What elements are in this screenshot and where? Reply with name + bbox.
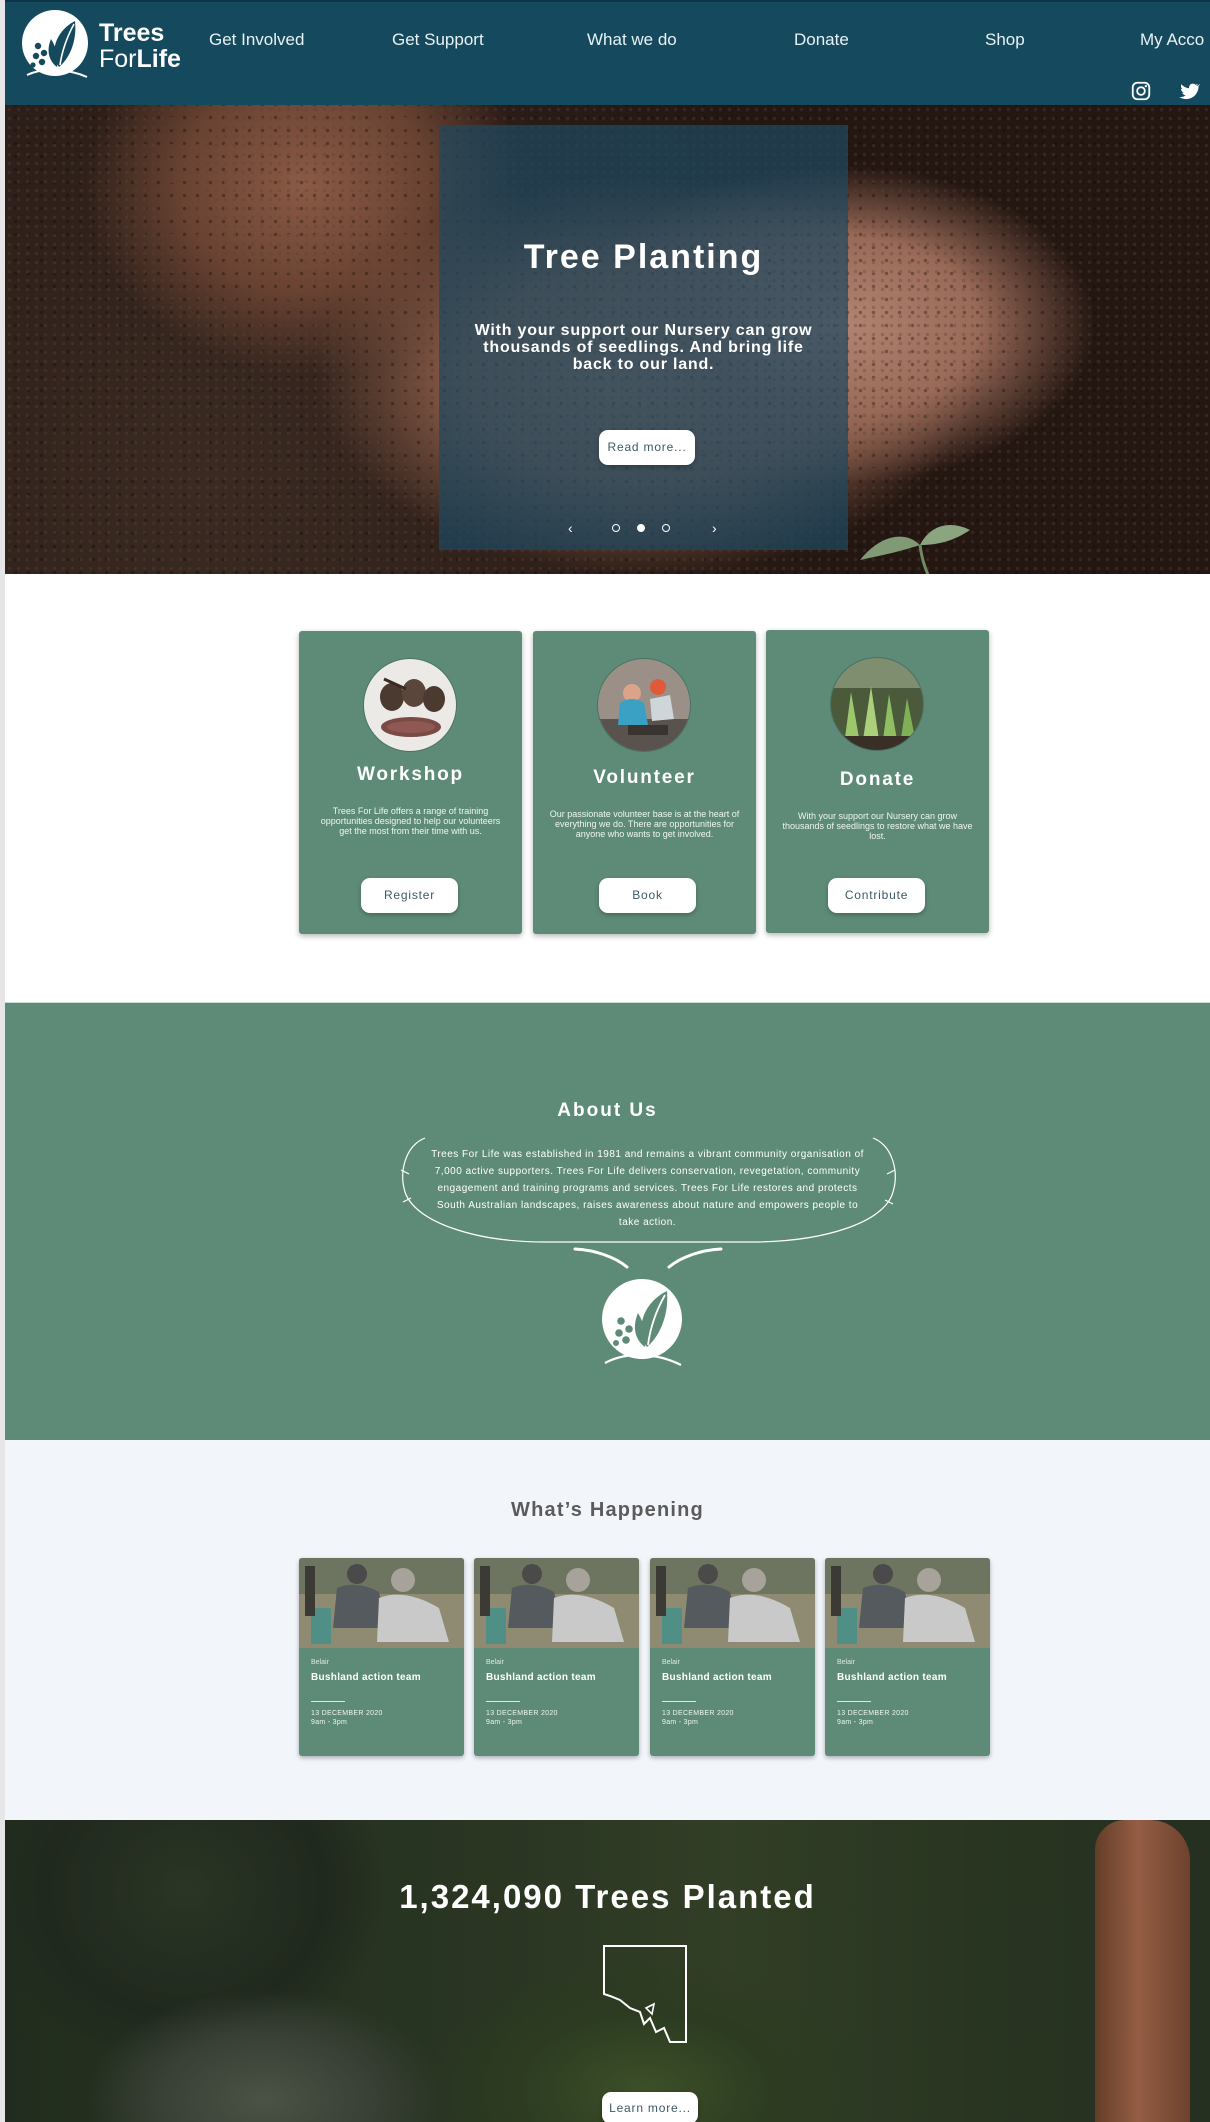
feature-text-volunteer: Our passionate volunteer base is at the … bbox=[549, 809, 740, 839]
hero-subtitle: With your support our Nursery can grow t… bbox=[474, 322, 813, 373]
event-location: Belair bbox=[311, 1659, 329, 1666]
trees-planted-counter: 1,324,090 Trees Planted bbox=[399, 1878, 816, 1915]
feature-card-donate: Donate With your support our Nursery can… bbox=[766, 630, 989, 933]
nav-what-we-do[interactable]: What we do bbox=[587, 30, 677, 50]
carousel-next-icon[interactable]: › bbox=[712, 520, 717, 536]
nav-donate[interactable]: Donate bbox=[794, 30, 849, 50]
event-date: 13 DECEMBER 2020 bbox=[662, 1710, 734, 1717]
event-name: Bushland action team bbox=[837, 1672, 947, 1683]
event-time: 9am - 3pm bbox=[311, 1719, 348, 1726]
event-volunteers-photo bbox=[299, 1558, 464, 1648]
nav-get-involved[interactable]: Get Involved bbox=[209, 30, 304, 50]
site-header: Trees ForLife Get Involved Get Support W… bbox=[5, 0, 1210, 105]
feature-title-workshop: Workshop bbox=[357, 764, 464, 785]
event-volunteers-photo bbox=[474, 1558, 639, 1648]
nav-my-account[interactable]: My Acco bbox=[1140, 30, 1204, 50]
event-time: 9am - 3pm bbox=[662, 1719, 699, 1726]
contribute-button[interactable]: Contribute bbox=[828, 878, 925, 913]
event-datetime: 13 DECEMBER 2020 9am - 3pm bbox=[662, 1709, 734, 1727]
feature-cards-section: Workshop Trees For Life offers a range o… bbox=[5, 574, 1210, 1002]
event-name: Bushland action team bbox=[311, 1672, 421, 1683]
book-button[interactable]: Book bbox=[599, 878, 696, 913]
event-date: 13 DECEMBER 2020 bbox=[486, 1710, 558, 1717]
whats-happening-title: What’s Happening bbox=[511, 1499, 704, 1521]
feature-text-donate: With your support our Nursery can grow t… bbox=[782, 811, 973, 841]
feature-title-donate: Donate bbox=[839, 769, 916, 790]
volunteer-image bbox=[597, 658, 691, 752]
event-date: 13 DECEMBER 2020 bbox=[837, 1710, 909, 1717]
volunteer-photo-icon bbox=[598, 659, 690, 751]
seedling-leaf-image bbox=[860, 525, 970, 574]
about-title: About Us bbox=[557, 1100, 658, 1121]
carousel-dot-2[interactable] bbox=[637, 524, 645, 532]
event-datetime: 13 DECEMBER 2020 9am - 3pm bbox=[837, 1709, 909, 1727]
event-divider bbox=[486, 1701, 520, 1702]
event-name: Bushland action team bbox=[486, 1672, 596, 1683]
about-text: Trees For Life was established in 1981 a… bbox=[431, 1149, 864, 1228]
gum-tree-trunk-image bbox=[1095, 1820, 1190, 2122]
instagram-icon[interactable] bbox=[1130, 80, 1152, 102]
carousel-dot-1[interactable] bbox=[612, 524, 620, 532]
event-volunteers-photo bbox=[650, 1558, 815, 1648]
feature-text-workshop: Trees For Life offers a range of trainin… bbox=[320, 806, 501, 836]
hero-title: Tree Planting bbox=[523, 238, 764, 276]
workshop-seed-image bbox=[363, 658, 457, 752]
event-time: 9am - 3pm bbox=[486, 1719, 523, 1726]
event-card[interactable]: Belair Bushland action team 13 DECEMBER … bbox=[474, 1558, 639, 1756]
south-australia-map-icon bbox=[603, 1945, 687, 2043]
event-location: Belair bbox=[837, 1659, 855, 1666]
trees-planted-section: 1,324,090 Trees Planted Learn more... bbox=[5, 1820, 1210, 2122]
whats-happening-section: What’s Happening Belair Bushland action … bbox=[5, 1440, 1210, 1820]
hero-carousel: Tree Planting With your support our Nurs… bbox=[5, 105, 1210, 574]
carousel-controls: ‹ › bbox=[439, 520, 848, 536]
learn-more-button[interactable]: Learn more... bbox=[602, 2092, 698, 2122]
trees-for-life-emblem-icon bbox=[602, 1279, 682, 1366]
event-name: Bushland action team bbox=[662, 1672, 772, 1683]
feature-card-volunteer: Volunteer Our passionate volunteer base … bbox=[533, 631, 756, 934]
seed-pods-icon bbox=[364, 659, 456, 751]
event-time: 9am - 3pm bbox=[837, 1719, 874, 1726]
feature-card-workshop: Workshop Trees For Life offers a range o… bbox=[299, 631, 522, 934]
main-nav: Get Involved Get Support What we do Dona… bbox=[5, 30, 1210, 54]
carousel-dot-3[interactable] bbox=[662, 524, 670, 532]
twitter-icon[interactable] bbox=[1178, 80, 1200, 102]
event-date: 13 DECEMBER 2020 bbox=[311, 1710, 383, 1717]
nav-shop[interactable]: Shop bbox=[985, 30, 1025, 50]
nav-get-support[interactable]: Get Support bbox=[392, 30, 484, 50]
event-volunteers-photo bbox=[825, 1558, 990, 1648]
event-divider bbox=[837, 1701, 871, 1702]
event-datetime: 13 DECEMBER 2020 9am - 3pm bbox=[486, 1709, 558, 1727]
event-location: Belair bbox=[662, 1659, 680, 1666]
event-card[interactable]: Belair Bushland action team 13 DECEMBER … bbox=[650, 1558, 815, 1756]
social-links bbox=[1130, 80, 1200, 102]
register-button[interactable]: Register bbox=[361, 878, 458, 913]
feature-title-volunteer: Volunteer bbox=[593, 767, 696, 788]
event-card[interactable]: Belair Bushland action team 13 DECEMBER … bbox=[299, 1558, 464, 1756]
event-divider bbox=[662, 1701, 696, 1702]
event-divider bbox=[311, 1701, 345, 1702]
nursery-seedlings-icon bbox=[831, 658, 923, 750]
about-us-section: About Us Trees For Life was established … bbox=[5, 1002, 1210, 1440]
page: Trees ForLife Get Involved Get Support W… bbox=[5, 0, 1210, 2122]
event-location: Belair bbox=[486, 1659, 504, 1666]
hero-slide-panel: Tree Planting With your support our Nurs… bbox=[439, 125, 848, 550]
event-card[interactable]: Belair Bushland action team 13 DECEMBER … bbox=[825, 1558, 990, 1756]
event-datetime: 13 DECEMBER 2020 9am - 3pm bbox=[311, 1709, 383, 1727]
carousel-prev-icon[interactable]: ‹ bbox=[568, 520, 573, 536]
donate-nursery-image bbox=[830, 657, 924, 751]
hero-read-more-button[interactable]: Read more... bbox=[599, 430, 695, 465]
